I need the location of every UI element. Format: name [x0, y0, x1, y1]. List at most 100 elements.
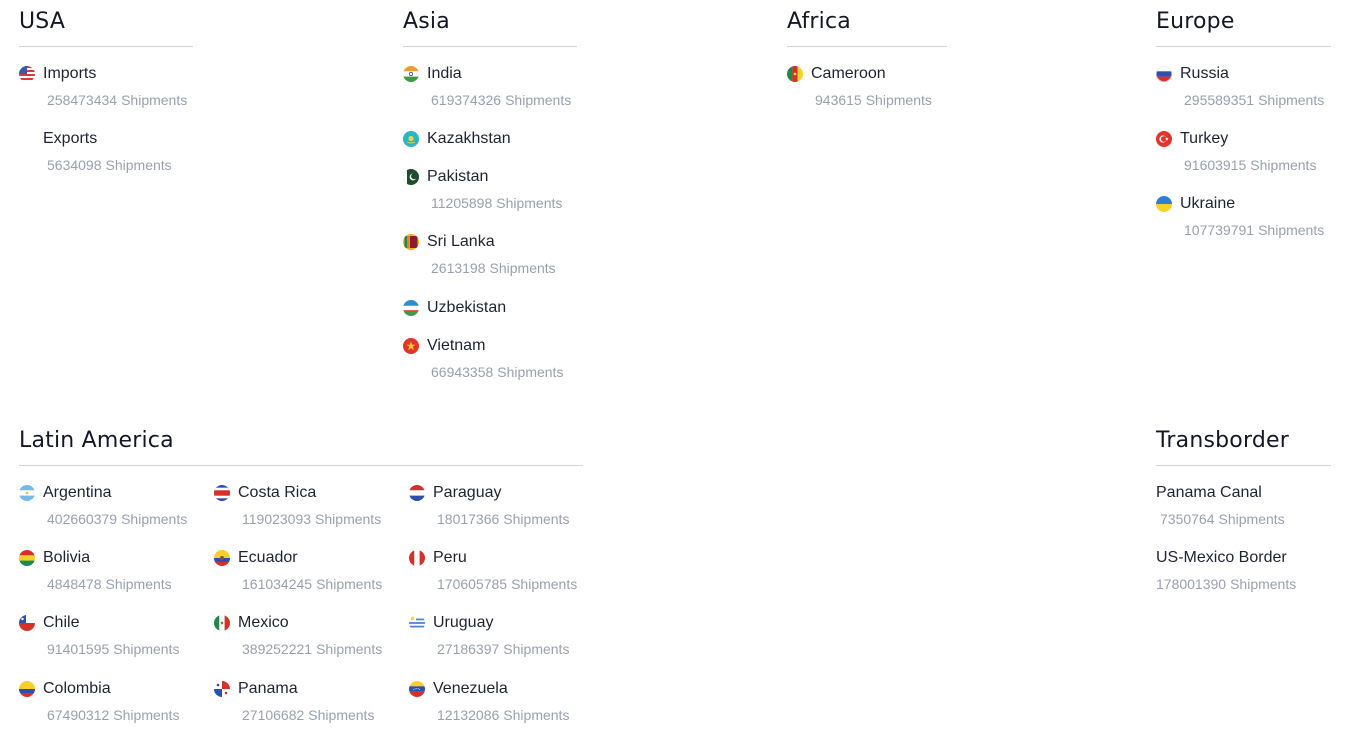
item-count: 11205898 Shipments — [431, 195, 563, 211]
item-name: Chile — [43, 614, 80, 631]
item-name: Peru — [433, 549, 467, 566]
flag-india-icon — [403, 66, 419, 82]
flag-ecuador-icon — [214, 550, 230, 566]
list-item-venezuela[interactable]: Venezuela 12132086 Shipments — [409, 679, 599, 723]
flag-sri-lanka-icon — [403, 234, 419, 250]
list-item-usa-exports[interactable]: Exports 5634098 Shipments — [19, 129, 209, 173]
list-item-india[interactable]: India 619374326 Shipments — [403, 64, 593, 108]
section-asia: Asia India 619374326 Shipments Kazakhsta… — [403, 4, 577, 380]
item-name: Imports — [43, 65, 97, 82]
item-name: Turkey — [1180, 130, 1229, 147]
item-name: Panama Canal — [1156, 484, 1262, 501]
flag-mexico-icon — [214, 615, 230, 631]
list-item-ukraine[interactable]: Ukraine 107739791 Shipments — [1156, 194, 1336, 238]
list-item-mexico[interactable]: Mexico 389252221 Shipments — [214, 613, 404, 657]
list-item-sri-lanka[interactable]: Sri Lanka 2613198 Shipments — [403, 232, 593, 276]
item-count: 91401595 Shipments — [47, 641, 180, 657]
section-usa: USA Imports 258473434 Shipments Exports … — [19, 4, 193, 173]
item-name: Ukraine — [1180, 195, 1236, 212]
list-item-paraguay[interactable]: Paraguay 18017366 Shipments — [409, 483, 599, 527]
list-item-bolivia[interactable]: Bolivia 4848478 Shipments — [19, 548, 209, 592]
section-title: USA — [19, 9, 66, 34]
item-count: 4848478 Shipments — [47, 576, 172, 592]
flag-us-icon — [19, 66, 35, 82]
item-count: 295589351 Shipments — [1184, 92, 1325, 108]
item-name: Uzbekistan — [427, 299, 507, 316]
item-count: 2613198 Shipments — [431, 260, 556, 276]
list-item-pakistan[interactable]: Pakistan 11205898 Shipments — [403, 167, 593, 211]
list-item-russia[interactable]: Russia 295589351 Shipments — [1156, 64, 1336, 108]
list-item-vietnam[interactable]: Vietnam 66943358 Shipments — [403, 336, 593, 380]
section-latin-america: Latin America Argentina 402660379 Shipme… — [19, 423, 583, 723]
section-title: Europe — [1156, 9, 1235, 34]
item-name: Sri Lanka — [427, 233, 495, 250]
item-count: 107739791 Shipments — [1184, 222, 1325, 238]
item-name: Mexico — [238, 614, 289, 631]
section-divider — [19, 46, 193, 47]
section-europe: Europe Russia 295589351 Shipments Turkey… — [1156, 4, 1331, 238]
item-name: US-Mexico Border — [1156, 549, 1287, 566]
section-transborder: Transborder Panama Canal 7350764 Shipmen… — [1156, 423, 1331, 592]
item-count: 402660379 Shipments — [47, 511, 188, 527]
flag-argentina-icon — [19, 485, 35, 501]
section-divider — [1156, 46, 1331, 47]
section-divider — [787, 46, 947, 47]
item-count: 12132086 Shipments — [437, 707, 570, 723]
item-count: 91603915 Shipments — [1184, 157, 1317, 173]
flag-costa-rica-icon — [214, 485, 230, 501]
flag-turkey-icon — [1156, 131, 1172, 147]
flag-uruguay-icon — [409, 615, 425, 631]
list-item-turkey[interactable]: Turkey 91603915 Shipments — [1156, 129, 1336, 173]
flag-venezuela-icon — [409, 681, 425, 697]
item-count: 389252221 Shipments — [242, 641, 383, 657]
item-count: 943615 Shipments — [815, 92, 932, 108]
item-name: Cameroon — [811, 65, 886, 82]
list-item-usa-imports[interactable]: Imports 258473434 Shipments — [19, 64, 209, 108]
item-count: 170605785 Shipments — [437, 576, 578, 592]
list-item-costa-rica[interactable]: Costa Rica 119023093 Shipments — [214, 483, 404, 527]
item-name: Venezuela — [433, 680, 508, 697]
list-item-peru[interactable]: Peru 170605785 Shipments — [409, 548, 599, 592]
item-count: 27186397 Shipments — [437, 641, 570, 657]
list-item-chile[interactable]: Chile 91401595 Shipments — [19, 613, 209, 657]
section-title: Latin America — [19, 428, 174, 453]
item-name: Exports — [43, 130, 98, 147]
flag-kazakhstan-icon — [403, 131, 419, 147]
list-item-argentina[interactable]: Argentina 402660379 Shipments — [19, 483, 209, 527]
flag-peru-icon — [409, 550, 425, 566]
item-name: Kazakhstan — [427, 130, 511, 147]
item-name: Argentina — [43, 484, 112, 501]
item-name: Colombia — [43, 680, 111, 697]
item-count: 258473434 Shipments — [47, 92, 188, 108]
section-title: Asia — [403, 9, 450, 34]
item-name: Pakistan — [427, 168, 489, 185]
flag-vietnam-icon — [403, 338, 419, 354]
flag-cameroon-icon — [787, 66, 803, 82]
item-name: India — [427, 65, 462, 82]
list-item-panama[interactable]: Panama 27106682 Shipments — [214, 679, 404, 723]
item-name: Paraguay — [433, 484, 502, 501]
flag-pakistan-icon — [403, 169, 419, 185]
list-item-uruguay[interactable]: Uruguay 27186397 Shipments — [409, 613, 599, 657]
list-item-uzbekistan[interactable]: Uzbekistan — [403, 298, 593, 318]
flag-colombia-icon — [19, 681, 35, 697]
item-name: Costa Rica — [238, 484, 317, 501]
list-item-kazakhstan[interactable]: Kazakhstan — [403, 129, 593, 149]
list-item-cameroon[interactable]: Cameroon 943615 Shipments — [787, 64, 957, 108]
item-count: 7350764 Shipments — [1160, 511, 1285, 527]
item-name: Russia — [1180, 65, 1229, 82]
item-count: 619374326 Shipments — [431, 92, 572, 108]
list-item-panama-canal[interactable]: Panama Canal 7350764 Shipments — [1156, 483, 1336, 527]
item-name: Uruguay — [433, 614, 494, 631]
section-divider — [1156, 465, 1331, 466]
item-count: 66943358 Shipments — [431, 364, 564, 380]
flag-ukraine-icon — [1156, 196, 1172, 212]
item-name: Ecuador — [238, 549, 298, 566]
list-item-us-mexico-border[interactable]: US-Mexico Border 178001390 Shipments — [1156, 548, 1336, 592]
item-name: Vietnam — [427, 337, 486, 354]
item-count: 161034245 Shipments — [242, 576, 383, 592]
list-item-ecuador[interactable]: Ecuador 161034245 Shipments — [214, 548, 404, 592]
list-item-colombia[interactable]: Colombia 67490312 Shipments — [19, 679, 209, 723]
flag-chile-icon — [19, 615, 35, 631]
item-count: 67490312 Shipments — [47, 707, 180, 723]
